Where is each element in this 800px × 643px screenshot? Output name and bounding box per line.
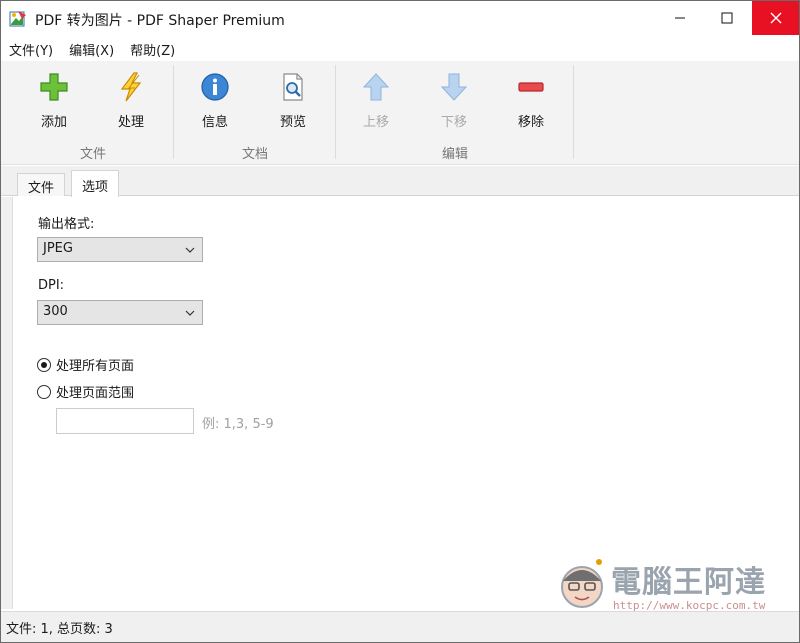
arrow-down-icon (440, 73, 468, 101)
close-icon (770, 12, 781, 24)
mascot-face-icon (561, 559, 603, 608)
move-down-button[interactable]: 下移 (422, 69, 486, 133)
preview-label: 预览 (279, 115, 306, 130)
move-up-label: 上移 (362, 115, 389, 130)
preview-button[interactable]: 预览 (261, 69, 325, 133)
menu-help[interactable]: 帮助(Z) (122, 37, 183, 59)
radio-all-pages-label: 处理所有页面 (56, 359, 135, 374)
minimize-button[interactable] (657, 1, 703, 35)
tab-options[interactable]: 选项 (71, 170, 120, 197)
chevron-down-icon (185, 247, 195, 253)
tab-file[interactable]: 文件 (17, 173, 66, 196)
group-separator (335, 65, 336, 159)
menu-edit[interactable]: 编辑(X) (61, 37, 122, 59)
page-range-input[interactable] (56, 408, 194, 434)
ribbon-toolbar: 添加 处理 文件 信息 预览 文档 上移 下移 移除 编辑 (1, 61, 799, 165)
dpi-select[interactable]: 300 (37, 300, 203, 325)
group-separator (573, 65, 574, 159)
add-label: 添加 (40, 115, 67, 130)
title-bar: PDF 转为图片 - PDF Shaper Premium (1, 1, 799, 35)
tab-strip: 文件 选项 (1, 166, 799, 197)
close-button[interactable] (752, 1, 799, 35)
plus-icon (40, 73, 68, 101)
remove-button[interactable]: 移除 (499, 69, 563, 133)
options-panel: 输出格式: JPEG DPI: 300 处理所有页面 处理页面范围 例: 1,3… (13, 197, 799, 609)
radio-all-pages[interactable]: 处理所有页面 (37, 355, 134, 374)
minus-icon (518, 82, 544, 92)
arrow-up-icon (362, 73, 390, 101)
group-label-document: 文档 (242, 147, 269, 162)
info-label: 信息 (201, 115, 228, 130)
add-button[interactable]: 添加 (22, 69, 86, 133)
info-icon (201, 73, 229, 101)
app-window: PDF 转为图片 - PDF Shaper Premium 文件(Y) 编辑(X… (0, 0, 800, 643)
maximize-button[interactable] (704, 1, 750, 35)
output-format-value: JPEG (43, 241, 73, 256)
radio-page-range-label: 处理页面范围 (56, 386, 135, 401)
move-up-button[interactable]: 上移 (344, 69, 408, 133)
info-button[interactable]: 信息 (183, 69, 247, 133)
process-label: 处理 (117, 115, 144, 130)
process-button[interactable]: 处理 (99, 69, 163, 133)
dpi-value: 300 (43, 304, 68, 319)
status-bar: 文件: 1, 总页数: 3 (1, 611, 799, 642)
maximize-icon (721, 12, 733, 24)
radio-page-range[interactable]: 处理页面范围 (37, 382, 134, 401)
remove-label: 移除 (517, 115, 544, 130)
menu-file[interactable]: 文件(Y) (1, 37, 61, 59)
minimize-icon (675, 17, 685, 19)
lightning-icon (120, 72, 142, 102)
output-format-label: 输出格式: (38, 217, 95, 232)
group-separator (173, 65, 174, 159)
page-range-hint: 例: 1,3, 5-9 (202, 417, 274, 432)
dpi-label: DPI: (38, 278, 65, 293)
watermark-title: 電腦王阿達 (611, 565, 766, 600)
window-title: PDF 转为图片 - PDF Shaper Premium (35, 13, 285, 29)
watermark: 電腦王阿達 http://www.kocpc.com.tw (553, 557, 785, 617)
status-text: 文件: 1, 总页数: 3 (6, 622, 113, 637)
chevron-down-icon (185, 310, 195, 316)
group-label-file: 文件 (80, 147, 107, 162)
magnifier-page-icon (283, 73, 303, 101)
output-format-select[interactable]: JPEG (37, 237, 203, 262)
app-logo-icon (9, 11, 26, 27)
move-down-label: 下移 (440, 115, 467, 130)
group-label-edit: 编辑 (442, 147, 469, 162)
radio-button-checked[interactable] (37, 357, 51, 372)
menu-bar: 文件(Y) 编辑(X) 帮助(Z) (1, 37, 183, 59)
left-edge (1, 197, 13, 609)
radio-button-unchecked[interactable] (37, 384, 51, 399)
